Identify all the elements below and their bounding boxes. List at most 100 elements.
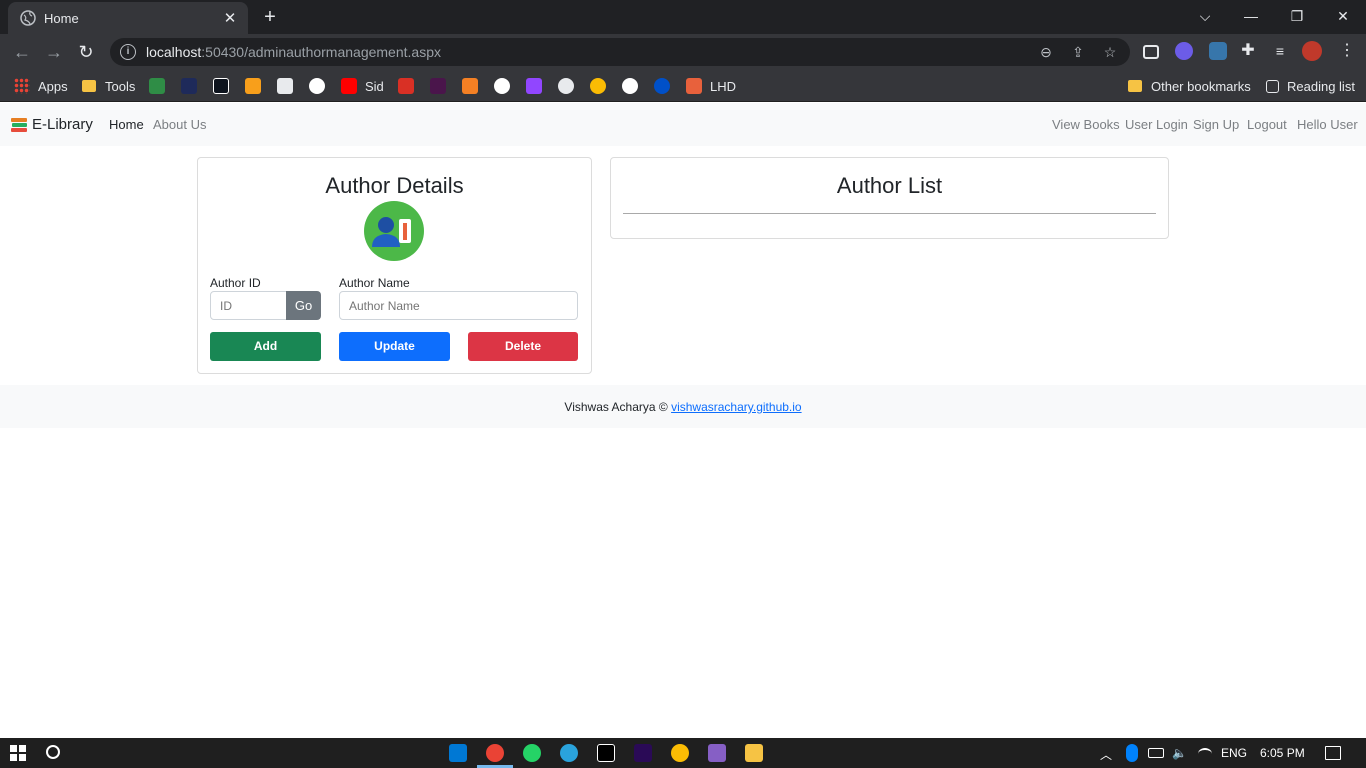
back-icon[interactable]: ← (10, 40, 34, 64)
nav-home[interactable]: Home (109, 117, 144, 132)
windows-start-icon[interactable] (10, 745, 26, 761)
nav-about-us[interactable]: About Us (153, 117, 206, 132)
tab-title: Home (44, 10, 79, 26)
twitch-icon (526, 78, 542, 94)
folder-icon (1128, 80, 1142, 92)
search-icon[interactable] (46, 745, 60, 759)
restore-button[interactable]: ❐ (1274, 0, 1320, 32)
star-icon[interactable]: ☆ (1102, 44, 1118, 60)
nav-user-login[interactable]: User Login (1125, 117, 1188, 132)
bookmark-gmail[interactable] (398, 77, 422, 95)
author-name-input[interactable] (339, 291, 578, 320)
bookmark-label: LHD (710, 78, 737, 94)
language-indicator[interactable]: ENG (1221, 746, 1247, 760)
tray-chevron-icon[interactable]: ︿ (1100, 746, 1112, 763)
site-info-icon[interactable]: i (120, 44, 136, 60)
author-id-input[interactable] (210, 291, 287, 320)
delete-button[interactable]: Delete (468, 332, 578, 361)
bookmark-slack[interactable] (430, 77, 454, 95)
close-window-button[interactable]: ✕ (1320, 0, 1366, 32)
extensions-puzzle-icon[interactable]: ✚ (1239, 42, 1257, 60)
go-button[interactable]: Go (286, 291, 321, 320)
close-tab-icon[interactable]: ✕ (222, 9, 238, 27)
folder-icon (82, 80, 96, 92)
premiere-pro-icon[interactable] (634, 744, 652, 762)
bookmark-geeksforgeeks[interactable] (149, 77, 173, 95)
bookmark-site[interactable] (590, 77, 614, 95)
bookmark-label: Reading list (1287, 78, 1355, 94)
volume-icon[interactable]: 🔈 (1172, 746, 1187, 760)
extension-icon[interactable] (1175, 42, 1193, 60)
url-host: localhost (146, 44, 202, 60)
add-button[interactable]: Add (210, 332, 321, 361)
bookmark-reading-list[interactable]: Reading list (1266, 77, 1355, 95)
extension-icon[interactable] (1143, 45, 1159, 59)
site-navbar: E-Library Home About Us View Books User … (0, 103, 1366, 146)
bookmark-site[interactable] (654, 77, 678, 95)
site-icon (181, 78, 197, 94)
author-id-label: Author ID (210, 276, 261, 290)
hackerrank-icon (213, 78, 229, 94)
nav-view-books[interactable]: View Books (1052, 117, 1120, 132)
share-icon[interactable]: ⇪ (1070, 44, 1086, 60)
site-footer: Vishwas Acharya © vishwasrachary.github.… (0, 385, 1366, 428)
update-button[interactable]: Update (339, 332, 450, 361)
bookmark-sid[interactable]: Sid (341, 77, 384, 95)
lhd-icon (686, 78, 702, 94)
clock[interactable]: 6:05 PM (1260, 746, 1305, 760)
telegram-icon[interactable] (560, 744, 578, 762)
stackoverflow-icon (462, 78, 478, 94)
bookmark-site[interactable] (622, 77, 646, 95)
bookmark-tools[interactable]: Tools (82, 77, 135, 95)
geeksforgeeks-icon (149, 78, 165, 94)
bookmark-lhd[interactable]: LHD (686, 77, 736, 95)
new-tab-button[interactable]: + (258, 6, 282, 30)
nav-logout[interactable]: Logout (1247, 117, 1287, 132)
nav-sign-up[interactable]: Sign Up (1193, 117, 1239, 132)
github-icon (309, 78, 325, 94)
file-explorer-icon[interactable] (745, 744, 763, 762)
bookmark-hackerrank[interactable] (213, 77, 237, 95)
more-menu-icon[interactable]: ⋮ (1338, 42, 1356, 60)
bookmark-stackoverflow[interactable] (462, 77, 486, 95)
brand-link[interactable]: E-Library (10, 115, 93, 133)
notifications-icon[interactable] (1325, 746, 1341, 760)
wifi-icon[interactable] (1198, 748, 1212, 760)
bookmark-site[interactable] (558, 77, 582, 95)
bookmark-site[interactable] (494, 77, 518, 95)
bookmark-other[interactable]: Other bookmarks (1128, 77, 1251, 95)
footer-link[interactable]: vishwasrachary.github.io (671, 400, 802, 414)
footer-text: Vishwas Acharya © (564, 400, 672, 414)
bookmark-apps[interactable]: Apps (14, 77, 68, 95)
reload-icon[interactable]: ↻ (74, 40, 98, 64)
minimize-button[interactable]: — (1228, 0, 1274, 32)
bookmark-twitch[interactable] (526, 77, 550, 95)
address-bar[interactable]: i localhost:50430/adminauthormanagement.… (110, 38, 1130, 66)
browser-tab-strip: Home ✕ + ⌵ — ❐ ✕ (0, 0, 1366, 34)
forward-icon[interactable]: → (42, 40, 66, 64)
whatsapp-icon[interactable] (523, 744, 541, 762)
bookmark-vercel[interactable] (277, 77, 301, 95)
chrome-icon[interactable] (671, 744, 689, 762)
browser-tab-home[interactable]: Home ✕ (8, 2, 248, 34)
bookmark-leetcode[interactable] (245, 77, 269, 95)
intellij-icon[interactable] (597, 744, 615, 762)
bookmark-github[interactable] (309, 77, 333, 95)
chrome-icon[interactable] (486, 744, 504, 762)
battery-icon[interactable] (1148, 748, 1164, 758)
zoom-icon[interactable]: ⊖ (1038, 44, 1054, 60)
vscode-icon[interactable] (449, 744, 467, 762)
extension-icon[interactable] (1209, 42, 1227, 60)
bluetooth-icon[interactable] (1126, 744, 1138, 762)
books-icon (11, 118, 27, 132)
bookmark-site[interactable] (181, 77, 205, 95)
bookmark-label: Sid (365, 78, 384, 94)
author-avatar-icon (364, 201, 424, 261)
profile-avatar[interactable] (1302, 41, 1322, 61)
nav-hello-user[interactable]: Hello User (1297, 117, 1358, 132)
media-control-icon[interactable]: ≡ (1271, 42, 1289, 60)
author-list-card: Author List (610, 157, 1169, 239)
apps-grid-icon (14, 78, 30, 94)
tab-search-icon[interactable]: ⌵ (1182, 0, 1228, 32)
visual-studio-icon[interactable] (708, 744, 726, 762)
